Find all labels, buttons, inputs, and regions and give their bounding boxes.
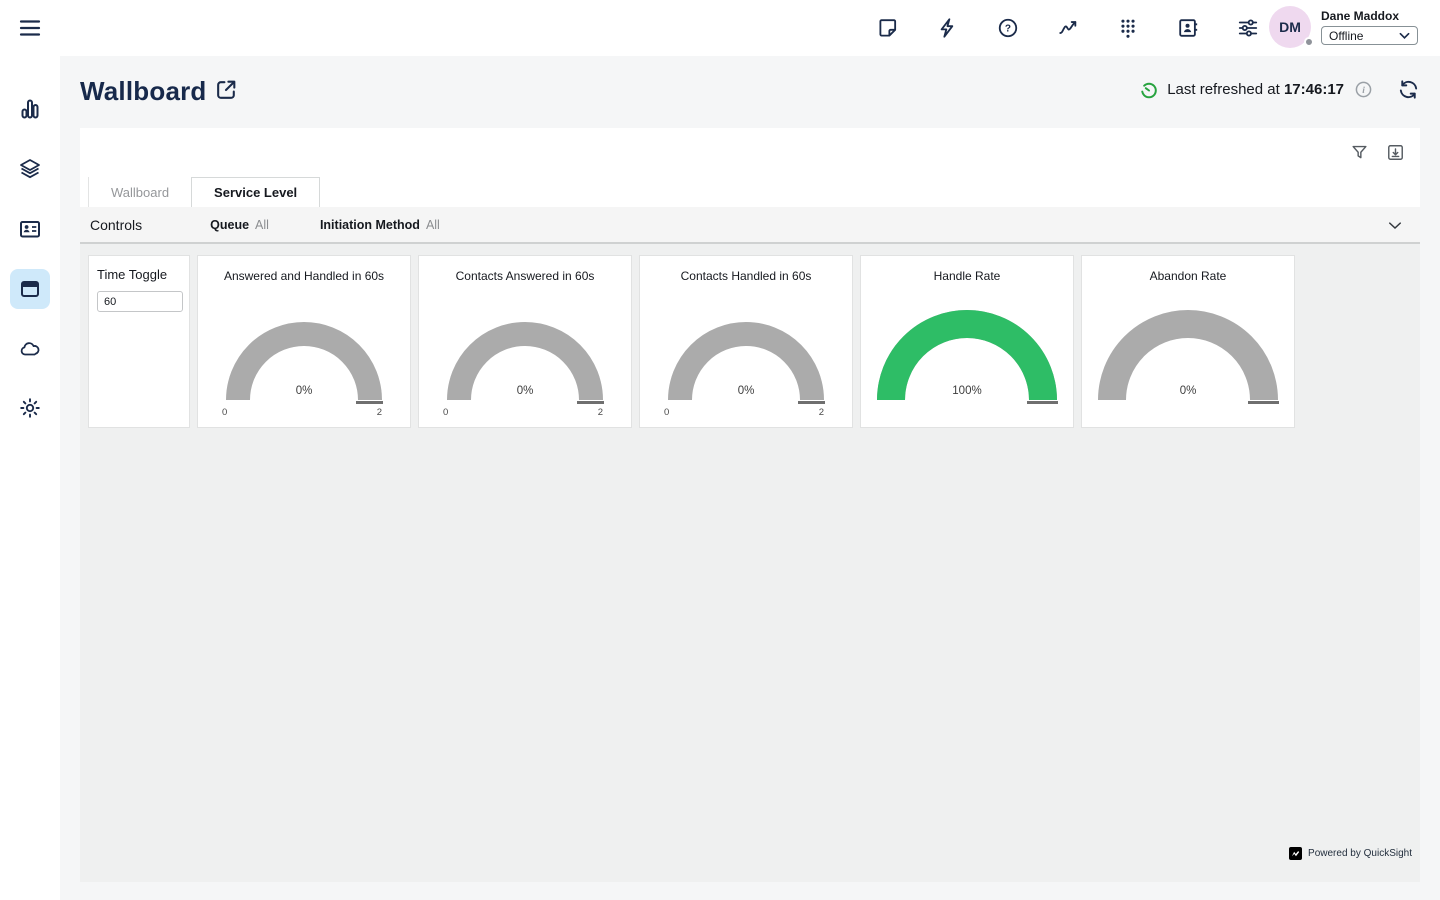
svg-text:2: 2: [819, 407, 824, 418]
sidebar-item-routing[interactable]: [10, 149, 50, 189]
browser-window-icon: [18, 277, 42, 301]
gauge-chart: 0%: [1082, 285, 1294, 425]
svg-text:0: 0: [664, 407, 669, 418]
metrics-icon[interactable]: [1056, 16, 1080, 40]
svg-text:0: 0: [222, 407, 227, 418]
svg-text:2: 2: [377, 407, 382, 418]
cloud-icon: [18, 337, 42, 361]
svg-text:0%: 0%: [1180, 385, 1197, 397]
dashboard-body: Time Toggle Answered and Handled in 60s …: [80, 246, 1420, 882]
gauge-chart: 100%: [861, 285, 1073, 425]
sheet-tabs: Wallboard Service Level: [88, 177, 320, 207]
agent-status-value: Offline: [1329, 29, 1363, 43]
gauge-chart: 0% 0 2: [198, 285, 410, 425]
page-title: Wallboard: [80, 76, 207, 107]
svg-text:i: i: [1362, 86, 1365, 96]
id-card-icon: [18, 217, 42, 241]
gauge-title: Answered and Handled in 60s: [224, 269, 384, 283]
gauge-title: Contacts Answered in 60s: [456, 269, 595, 283]
auto-refresh-timer-icon: [1140, 81, 1158, 99]
last-refreshed-time: 17:46:17: [1284, 81, 1344, 98]
gauge-card-abandon-rate: Abandon Rate 0%: [1081, 255, 1295, 428]
quick-connects-icon[interactable]: [936, 16, 960, 40]
sidebar-item-contacts[interactable]: [10, 209, 50, 249]
topbar-icon-group: ?: [876, 0, 1260, 56]
refresh-icon[interactable]: [1397, 78, 1420, 101]
svg-text:0: 0: [443, 407, 448, 418]
external-link-icon[interactable]: [214, 77, 239, 102]
time-toggle-card: Time Toggle: [88, 255, 190, 428]
gauge-card-contacts-handled: Contacts Handled in 60s 0% 0 2: [639, 255, 853, 428]
svg-text:0%: 0%: [517, 385, 534, 397]
controls-label: Controls: [90, 217, 142, 233]
time-toggle-input[interactable]: [97, 291, 183, 312]
quicksight-embed-panel: Wallboard Service Level Controls Queue A…: [80, 128, 1420, 882]
sidebar-item-settings[interactable]: [10, 388, 50, 428]
controls-collapse-chevron-icon[interactable]: [1386, 216, 1404, 234]
tab-service-level[interactable]: Service Level: [191, 177, 320, 207]
svg-text:0%: 0%: [738, 385, 755, 397]
status-dot: [1304, 37, 1314, 47]
gear-icon: [18, 396, 42, 420]
hamburger-menu-icon[interactable]: [18, 16, 42, 40]
time-toggle-label: Time Toggle: [97, 267, 181, 282]
svg-text:100%: 100%: [952, 385, 981, 397]
help-icon[interactable]: ?: [996, 16, 1020, 40]
top-bar: ? DM Dane Maddox Offline: [0, 0, 1440, 56]
tab-wallboard[interactable]: Wallboard: [88, 177, 191, 207]
last-refreshed-text: Last refreshed at 17:46:17: [1167, 81, 1344, 98]
gauge-chart: 0% 0 2: [640, 285, 852, 425]
notes-icon[interactable]: [876, 16, 900, 40]
gauge-title: Abandon Rate: [1150, 269, 1227, 283]
chevron-down-icon: [1399, 32, 1410, 40]
agent-status-select[interactable]: Offline: [1321, 26, 1418, 45]
gauge-card-answered-handled: Answered and Handled in 60s 0% 0 2: [197, 255, 411, 428]
sidebar-item-analytics[interactable]: [10, 89, 50, 129]
svg-text:0%: 0%: [296, 385, 313, 397]
filter-initiation-method[interactable]: Initiation Method All: [320, 218, 440, 232]
user-name: Dane Maddox: [1321, 9, 1418, 23]
export-icon[interactable]: [1384, 141, 1406, 163]
side-nav: [0, 56, 60, 900]
gauge-card-handle-rate: Handle Rate 100%: [860, 255, 1074, 428]
dialpad-icon[interactable]: [1116, 16, 1140, 40]
contacts-directory-icon[interactable]: [1176, 16, 1200, 40]
filter-icon[interactable]: [1348, 141, 1370, 163]
sidebar-item-wallboard[interactable]: [10, 269, 50, 309]
gauge-title: Contacts Handled in 60s: [681, 269, 812, 283]
agent-settings-sliders-icon[interactable]: [1236, 16, 1260, 40]
svg-text:2: 2: [598, 407, 603, 418]
svg-text:?: ?: [1005, 24, 1011, 35]
bar-chart-icon: [18, 97, 42, 121]
filter-queue[interactable]: Queue All: [210, 218, 269, 232]
controls-row: Controls Queue All Initiation Method All: [80, 207, 1420, 244]
info-icon[interactable]: i: [1355, 81, 1372, 98]
layers-icon: [18, 157, 42, 181]
user-area: DM Dane Maddox Offline: [1269, 6, 1418, 48]
gauge-chart: 0% 0 2: [419, 285, 631, 425]
gauge-card-contacts-answered: Contacts Answered in 60s 0% 0 2: [418, 255, 632, 428]
panel-toolbar: Wallboard Service Level: [80, 128, 1420, 207]
sidebar-item-cloud[interactable]: [10, 329, 50, 369]
page-header: Wallboard Last refreshed at 17:46:17 i: [60, 56, 1440, 128]
gauge-title: Handle Rate: [934, 269, 1001, 283]
quicksight-logo-icon: [1289, 847, 1302, 860]
powered-by-quicksight: Powered by QuickSight: [1289, 847, 1412, 860]
